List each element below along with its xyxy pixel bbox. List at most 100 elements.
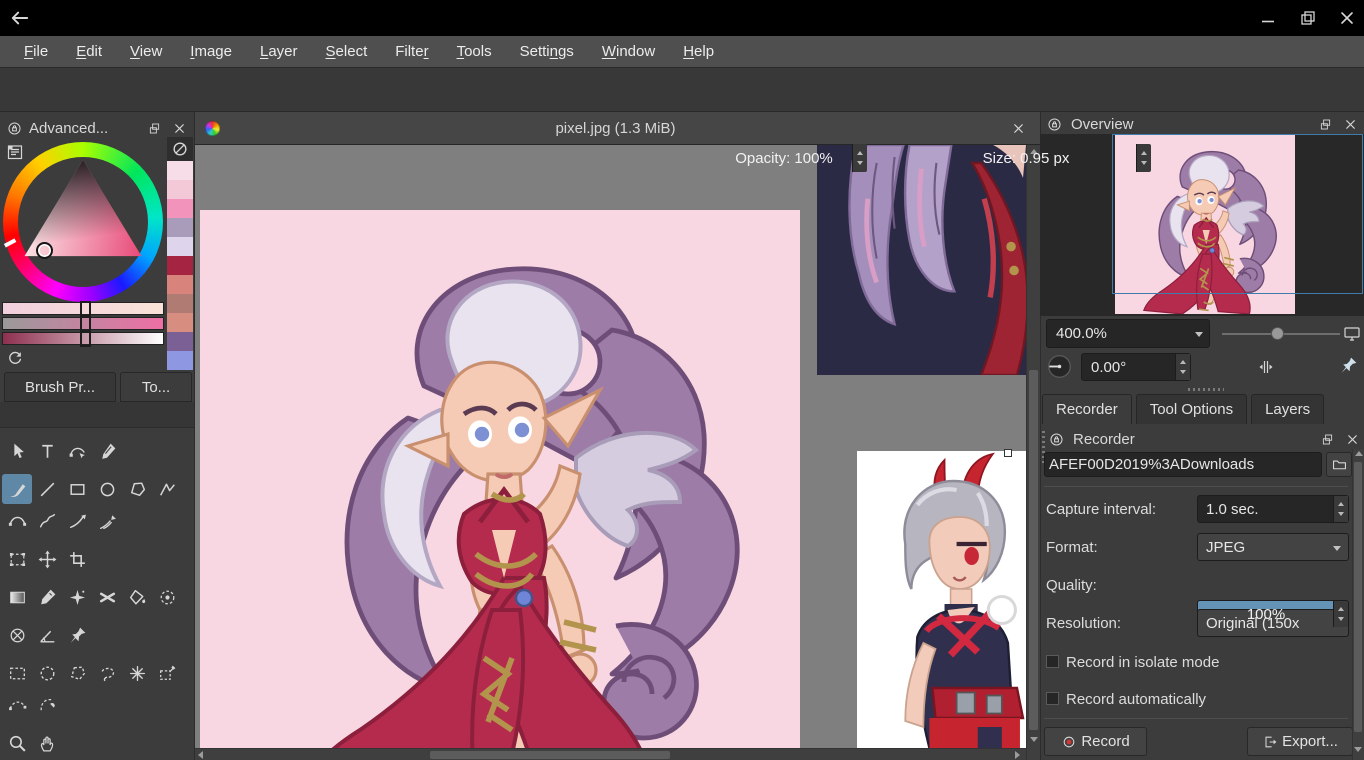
tool-measure[interactable] xyxy=(32,620,62,650)
reference-image-wings[interactable] xyxy=(817,145,1026,375)
opacity-spin[interactable] xyxy=(852,144,867,172)
tool-calligraphy[interactable] xyxy=(92,436,122,466)
lock-docker-icon[interactable] xyxy=(6,120,23,137)
minimize-icon[interactable] xyxy=(1258,8,1278,28)
browse-folder-button[interactable] xyxy=(1326,452,1352,477)
gradient-handle-1[interactable] xyxy=(80,301,91,317)
tool-reference-images[interactable] xyxy=(62,620,92,650)
rotation-spin[interactable] xyxy=(1175,354,1190,380)
history-swatch-9[interactable] xyxy=(167,332,193,351)
canvas-vscrollbar-thumb[interactable] xyxy=(1029,370,1038,730)
color-selector-settings-icon[interactable] xyxy=(5,142,25,162)
lock-docker-icon[interactable] xyxy=(1046,116,1063,133)
size-slider[interactable]: Size: 0.95 px xyxy=(900,143,1152,173)
menu-settings[interactable]: Settings xyxy=(506,43,588,60)
color-selector-cursor[interactable] xyxy=(36,242,53,259)
menu-tools[interactable]: Tools xyxy=(443,43,506,60)
no-color-swatch[interactable] xyxy=(167,137,193,161)
history-swatch-1[interactable] xyxy=(167,180,193,199)
overview-zoom-handle[interactable] xyxy=(1271,327,1284,340)
tool-gradient[interactable] xyxy=(2,582,32,612)
tool-smart-patch[interactable] xyxy=(62,582,92,612)
spin-buttons[interactable] xyxy=(1333,601,1348,627)
tool-contiguous-selection[interactable] xyxy=(122,658,152,688)
tool-bezier-selection[interactable] xyxy=(2,690,32,720)
menu-file[interactable]: File xyxy=(10,43,62,60)
tool-elliptical-selection[interactable] xyxy=(32,658,62,688)
tab-layers[interactable]: Layers xyxy=(1251,394,1325,424)
opacity-slider[interactable]: Opacity: 100% xyxy=(700,143,868,173)
refresh-colors-icon[interactable] xyxy=(6,349,24,367)
tool-multibrush[interactable] xyxy=(92,506,122,536)
tool-similar-selection[interactable] xyxy=(152,658,182,688)
canvas-vscrollbar[interactable] xyxy=(1026,145,1040,760)
tool-dynamic-brush[interactable] xyxy=(62,506,92,536)
canvas-image[interactable] xyxy=(200,210,800,748)
menu-view[interactable]: View xyxy=(116,43,176,60)
tool-line[interactable] xyxy=(32,474,62,504)
tool-magnetic-selection[interactable] xyxy=(32,690,62,720)
tool-rectangular-selection[interactable] xyxy=(2,658,32,688)
tool-rectangle[interactable] xyxy=(62,474,92,504)
rotation-spinbox[interactable]: 0.00° xyxy=(1081,353,1191,381)
lock-docker-icon[interactable] xyxy=(1048,431,1065,448)
spin-buttons[interactable] xyxy=(1333,496,1348,522)
tool-text[interactable] xyxy=(32,436,62,466)
history-swatch-10[interactable] xyxy=(167,351,193,370)
checkbox-record-in-isolate-mode[interactable] xyxy=(1046,655,1059,668)
float-docker-icon[interactable] xyxy=(147,121,162,136)
mirror-view-icon[interactable] xyxy=(1256,357,1276,377)
restore-icon[interactable] xyxy=(1298,8,1318,28)
tool-polygon[interactable] xyxy=(122,474,152,504)
menu-help[interactable]: Help xyxy=(669,43,728,60)
size-spin[interactable] xyxy=(1136,144,1151,172)
tab-brush-presets[interactable]: Brush Pr... xyxy=(4,372,116,402)
menu-edit[interactable]: Edit xyxy=(62,43,116,60)
tab-recorder[interactable]: Recorder xyxy=(1042,394,1132,424)
tool-colorize-mask[interactable] xyxy=(92,582,122,612)
canvas-title-bar[interactable]: pixel.jpg (1.3 MiB) xyxy=(195,112,1040,145)
recorder-scrollbar-thumb[interactable] xyxy=(1354,462,1362,732)
history-swatch-6[interactable] xyxy=(167,275,193,294)
menu-layer[interactable]: Layer xyxy=(246,43,312,60)
gradient-bar-2[interactable] xyxy=(2,316,164,332)
tool-ellipse[interactable] xyxy=(92,474,122,504)
tool-crop[interactable] xyxy=(62,544,92,574)
canvas-hscrollbar-thumb[interactable] xyxy=(430,751,670,759)
reference-image-pixel-girl[interactable] xyxy=(857,451,1026,748)
gradient-handle-3[interactable] xyxy=(80,331,91,347)
tool-move[interactable] xyxy=(32,544,62,574)
history-swatch-8[interactable] xyxy=(167,313,193,332)
checkbox-record-automatically[interactable] xyxy=(1046,692,1059,705)
recorder-control-format[interactable]: JPEG xyxy=(1197,533,1349,561)
canvas-area[interactable] xyxy=(195,145,1040,760)
history-swatch-2[interactable] xyxy=(167,199,193,218)
tool-zoom[interactable] xyxy=(2,728,32,758)
menu-select[interactable]: Select xyxy=(312,43,382,60)
close-docker-icon[interactable] xyxy=(1345,432,1360,447)
rotation-knob-icon[interactable] xyxy=(1046,353,1073,380)
recorder-control-capture-interval[interactable]: 1.0 sec. xyxy=(1197,495,1349,523)
fit-to-view-icon[interactable] xyxy=(1342,323,1362,343)
pin-icon[interactable] xyxy=(1338,355,1359,376)
recorder-path-input[interactable]: AFEF00D2019%3ADownloads xyxy=(1044,452,1322,477)
tool-edit-shapes[interactable] xyxy=(62,436,92,466)
tool-freehand-selection[interactable] xyxy=(92,658,122,688)
gradient-bar-3[interactable] xyxy=(2,331,164,347)
recorder-scrollbar[interactable] xyxy=(1352,449,1364,760)
record-button[interactable]: Record xyxy=(1044,727,1147,756)
tool-bezier-curve[interactable] xyxy=(2,506,32,536)
history-swatch-4[interactable] xyxy=(167,237,193,256)
tool-pan[interactable] xyxy=(32,728,62,758)
gradient-bar-1[interactable] xyxy=(2,301,164,317)
history-swatch-7[interactable] xyxy=(167,294,193,313)
overview-zoom-dropdown[interactable]: 400.0% xyxy=(1046,319,1210,348)
close-canvas-icon[interactable] xyxy=(1011,121,1026,136)
selection-handle[interactable] xyxy=(1004,449,1012,457)
canvas-hscrollbar[interactable] xyxy=(195,748,1026,760)
tool-assistants[interactable] xyxy=(2,620,32,650)
tool-color-sampler[interactable] xyxy=(32,582,62,612)
menu-window[interactable]: Window xyxy=(588,43,669,60)
tool-select-shapes[interactable] xyxy=(2,436,32,466)
back-icon[interactable] xyxy=(8,6,32,30)
